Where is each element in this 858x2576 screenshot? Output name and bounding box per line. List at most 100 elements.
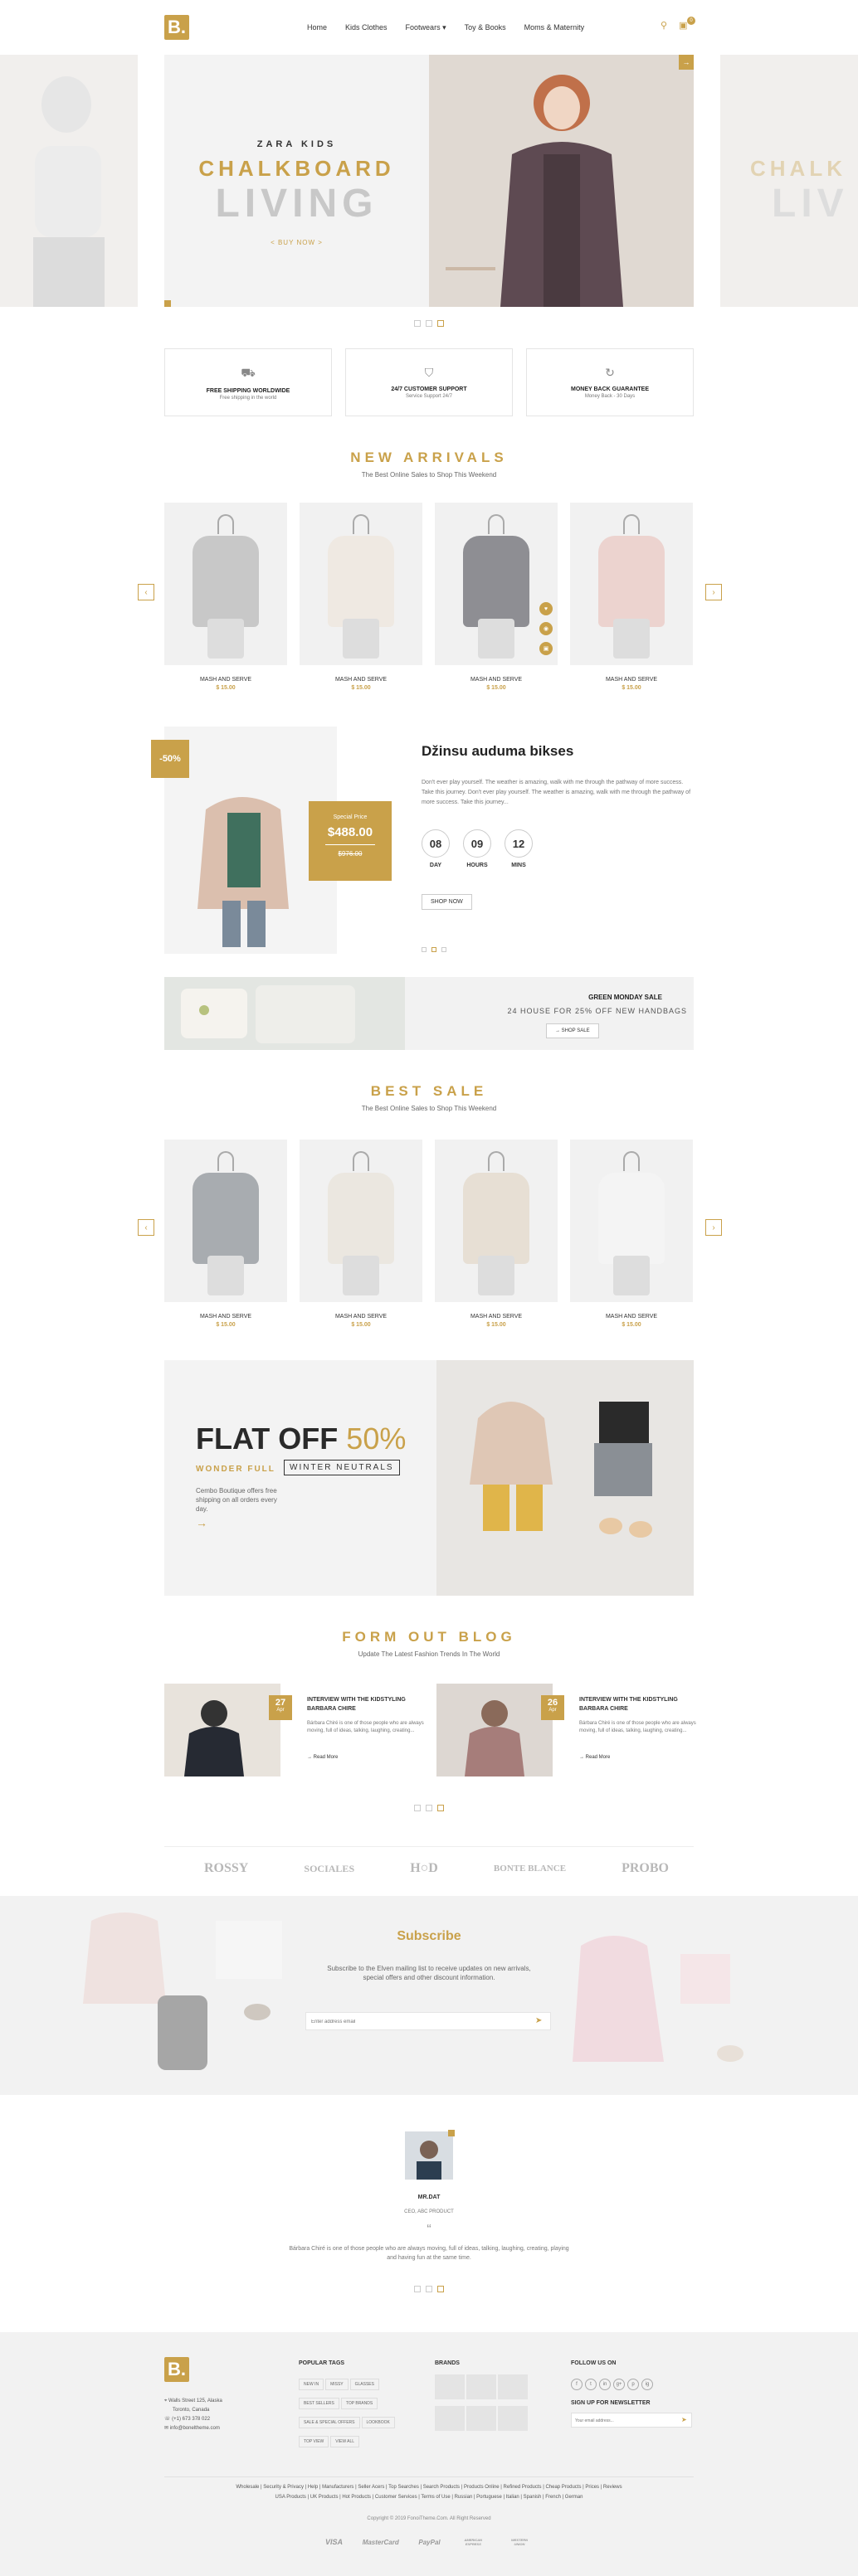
brand-logo[interactable]: PROBO xyxy=(622,1861,669,1876)
cart-icon[interactable]: ▣ xyxy=(539,642,553,655)
product-card[interactable]: ♥ ◉ ▣ MASH AND SERVE $ 15.00 xyxy=(435,503,558,691)
slider-dot[interactable] xyxy=(426,320,432,327)
shop-now-button[interactable]: SHOP NOW xyxy=(422,894,472,910)
read-more-link[interactable]: → Read More xyxy=(579,1755,610,1760)
product-image[interactable] xyxy=(164,503,287,665)
product-name[interactable]: MASH AND SERVE xyxy=(570,677,693,683)
tag-link[interactable]: GLASSES xyxy=(349,2379,379,2390)
next-arrow-icon[interactable]: › xyxy=(705,1219,722,1236)
product-image[interactable]: ♥ ◉ ▣ xyxy=(435,503,558,665)
footer-links-row[interactable]: USA Products | UK Products | Hot Product… xyxy=(0,2495,858,2500)
nav-toy-books[interactable]: Toy & Books xyxy=(465,23,506,32)
slider-dot[interactable] xyxy=(426,1805,432,1811)
prev-arrow-icon[interactable]: ‹ xyxy=(138,1219,154,1236)
product-image[interactable] xyxy=(300,1140,422,1302)
product-card[interactable]: MASH AND SERVE $ 15.00 xyxy=(570,1140,693,1328)
product-card[interactable]: MASH AND SERVE $ 15.00 xyxy=(570,503,693,691)
brand-logo[interactable]: H○D xyxy=(410,1861,438,1876)
brand-thumb[interactable] xyxy=(435,2406,465,2431)
next-arrow-icon[interactable]: › xyxy=(705,584,722,600)
hero-prev-button[interactable] xyxy=(164,300,171,307)
tag-link[interactable]: TOP VIEW xyxy=(299,2436,329,2447)
slider-dot[interactable] xyxy=(422,947,427,952)
nav-footwears[interactable]: Footwears ▾ xyxy=(406,23,446,32)
blog-post-title[interactable]: INTERVIEW WITH THE KIDSTYLING BARBARA CH… xyxy=(307,1695,430,1713)
google-plus-icon[interactable]: g+ xyxy=(613,2379,625,2390)
product-name[interactable]: MASH AND SERVE xyxy=(435,1314,558,1320)
send-icon[interactable]: ➤ xyxy=(535,2016,542,2025)
shop-sale-button[interactable]: → SHOP SALE xyxy=(546,1023,599,1038)
tag-link[interactable]: BEST SELLERS xyxy=(299,2398,339,2409)
product-name[interactable]: MASH AND SERVE xyxy=(300,677,422,683)
pinterest-icon[interactable]: p xyxy=(627,2379,639,2390)
tag-link[interactable]: MISSY xyxy=(325,2379,349,2390)
nav-kids-clothes[interactable]: Kids Clothes xyxy=(345,23,388,32)
cart-icon[interactable]: ▣ xyxy=(679,20,687,31)
product-name[interactable]: MASH AND SERVE xyxy=(164,1314,287,1320)
product-card[interactable]: MASH AND SERVE $ 15.00 xyxy=(164,1140,287,1328)
heart-icon[interactable]: ♥ xyxy=(539,602,553,615)
product-name[interactable]: MASH AND SERVE xyxy=(570,1314,693,1320)
subscribe-email-input[interactable] xyxy=(311,2016,527,2028)
product-image[interactable] xyxy=(570,503,693,665)
brand-thumb[interactable] xyxy=(498,2374,528,2399)
blog-post-image[interactable] xyxy=(436,1684,553,1776)
instagram-icon[interactable]: ig xyxy=(641,2379,653,2390)
hero-next-button[interactable]: → xyxy=(679,55,694,70)
promo-arrow-link[interactable]: → xyxy=(196,1516,207,1529)
blog-day: 27 xyxy=(275,1698,286,1708)
feature-title: 24/7 CUSTOMER SUPPORT xyxy=(391,386,467,392)
brand-thumb[interactable] xyxy=(435,2374,465,2399)
brand-logo[interactable]: SOCIALES xyxy=(304,1863,354,1875)
slider-dot[interactable] xyxy=(414,320,421,327)
tag-link[interactable]: TOP BRANDS xyxy=(340,2398,378,2409)
linkedin-icon[interactable]: in xyxy=(599,2379,611,2390)
facebook-icon[interactable]: f xyxy=(571,2379,583,2390)
hero-kicker: ZARA KIDS xyxy=(256,139,337,149)
tag-link[interactable]: SALE & SPECIAL OFFERS xyxy=(299,2417,360,2428)
blog-post-image[interactable] xyxy=(164,1684,280,1776)
product-name[interactable]: MASH AND SERVE xyxy=(300,1314,422,1320)
footer-links-row[interactable]: Wholesale | Security & Privacy | Help | … xyxy=(0,2485,858,2490)
slider-dot-active[interactable] xyxy=(437,2286,444,2292)
tag-link[interactable]: VIEW ALL xyxy=(330,2436,360,2447)
search-icon[interactable]: ⚲ xyxy=(661,20,667,31)
product-card[interactable]: MASH AND SERVE $ 15.00 xyxy=(435,1140,558,1328)
slider-dot-active[interactable] xyxy=(437,320,444,327)
twitter-icon[interactable]: t xyxy=(585,2379,597,2390)
eye-icon[interactable]: ◉ xyxy=(539,622,553,635)
product-image[interactable] xyxy=(435,1140,558,1302)
product-image[interactable] xyxy=(300,503,422,665)
tag-link[interactable]: LOOKBOOK xyxy=(361,2417,395,2428)
brand-logo[interactable]: BONTE BLANCE xyxy=(494,1864,566,1874)
blog-post-title[interactable]: INTERVIEW WITH THE KIDSTYLING BARBARA CH… xyxy=(579,1695,702,1713)
footer-logo[interactable]: B. xyxy=(164,2357,189,2382)
product-name[interactable]: MASH AND SERVE xyxy=(435,677,558,683)
prev-arrow-icon[interactable]: ‹ xyxy=(138,584,154,600)
slider-dot[interactable] xyxy=(414,1805,421,1811)
slider-dot-active[interactable] xyxy=(431,947,436,952)
product-card[interactable]: MASH AND SERVE $ 15.00 xyxy=(300,1140,422,1328)
slider-dot[interactable] xyxy=(426,2286,432,2292)
product-image[interactable] xyxy=(570,1140,693,1302)
nav-moms-maternity[interactable]: Moms & Maternity xyxy=(524,23,585,32)
brand-thumb[interactable] xyxy=(466,2374,496,2399)
product-card[interactable]: MASH AND SERVE $ 15.00 xyxy=(300,503,422,691)
product-card[interactable]: MASH AND SERVE $ 15.00 xyxy=(164,503,287,691)
hero-buy-now-link[interactable]: < BUY NOW > xyxy=(164,239,429,246)
brand-thumb[interactable] xyxy=(498,2406,528,2431)
footer-email[interactable]: info@boneltheme.com xyxy=(170,2426,220,2431)
slider-dot[interactable] xyxy=(414,2286,421,2292)
newsletter-email-input[interactable] xyxy=(575,2416,675,2426)
send-icon[interactable]: ➤ xyxy=(681,2416,687,2423)
product-image[interactable] xyxy=(164,1140,287,1302)
brand-logo[interactable]: ROSSY xyxy=(204,1861,248,1876)
slider-dot-active[interactable] xyxy=(437,1805,444,1811)
logo[interactable]: B. xyxy=(164,15,189,40)
tag-link[interactable]: NEW IN xyxy=(299,2379,324,2390)
read-more-link[interactable]: → Read More xyxy=(307,1755,338,1760)
slider-dot[interactable] xyxy=(441,947,446,952)
nav-home[interactable]: Home xyxy=(307,23,327,32)
product-name[interactable]: MASH AND SERVE xyxy=(164,677,287,683)
brand-thumb[interactable] xyxy=(466,2406,496,2431)
